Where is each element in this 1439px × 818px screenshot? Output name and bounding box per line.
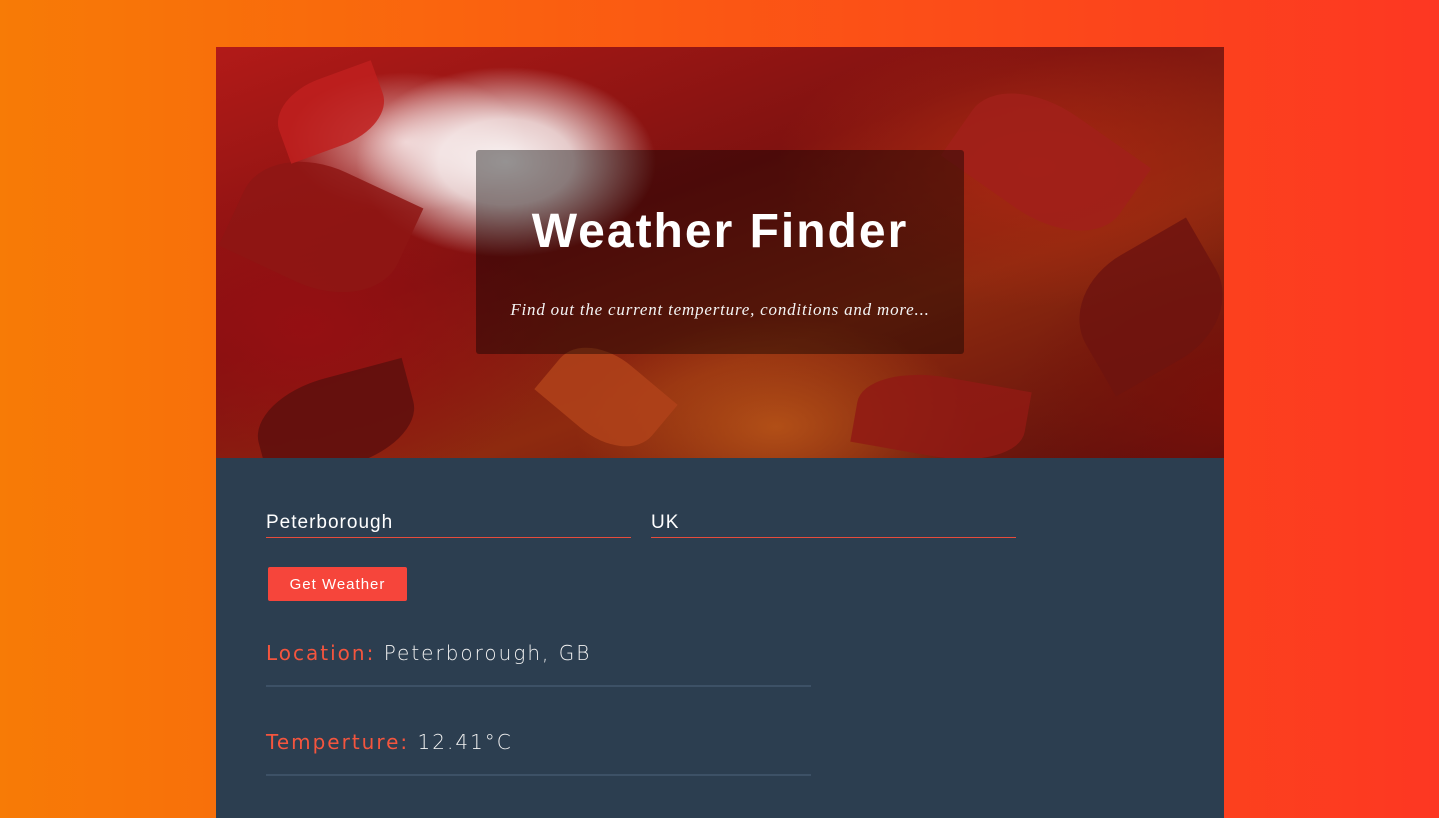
hero-overlay: Weather Finder Find out the current temp… (476, 150, 964, 354)
country-input[interactable] (651, 508, 1016, 538)
location-row: Location: Peterborough, GB (266, 641, 811, 687)
location-value: Peterborough, GB (383, 641, 592, 665)
leaf-decoration (940, 65, 1152, 259)
get-weather-button[interactable]: Get Weather (268, 567, 407, 601)
leaf-decoration (850, 362, 1032, 458)
leaf-decoration (267, 60, 395, 164)
leaf-decoration (1056, 217, 1224, 397)
location-label: Location: (266, 641, 376, 665)
weather-card: Weather Finder Find out the current temp… (216, 47, 1224, 818)
temperature-value: 12.41°C (417, 730, 513, 754)
page-subtitle: Find out the current temperture, conditi… (510, 300, 930, 319)
weather-form-panel: Get Weather Location: Peterborough, GB T… (216, 458, 1224, 818)
temperature-label: Temperture: (266, 730, 410, 754)
city-input[interactable] (266, 508, 631, 538)
leaf-decoration (218, 136, 424, 318)
hero-banner: Weather Finder Find out the current temp… (216, 47, 1224, 458)
temperature-row: Temperture: 12.41°C (266, 730, 811, 776)
leaf-decoration (247, 357, 425, 458)
page-title: Weather Finder (531, 205, 909, 258)
